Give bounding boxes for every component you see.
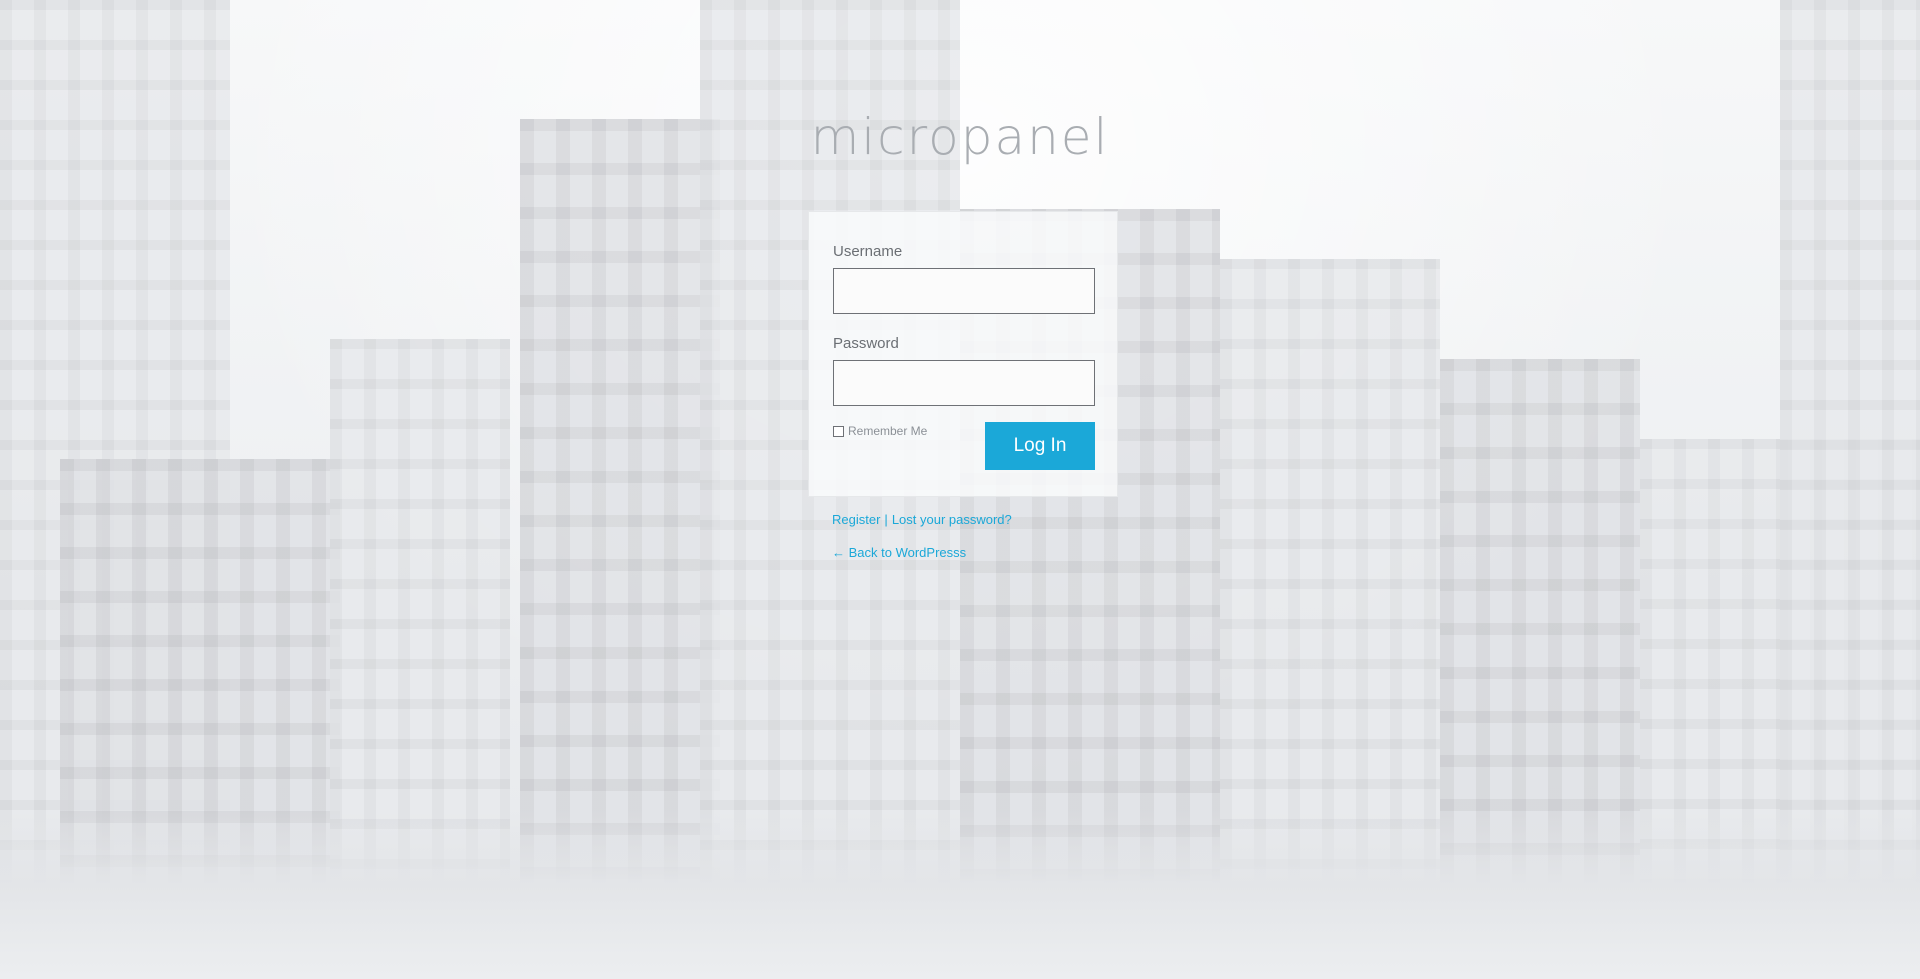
password-label: Password <box>833 335 899 352</box>
register-link[interactable]: Register <box>832 512 880 527</box>
link-separator: | <box>884 512 888 527</box>
background-street <box>0 809 1920 979</box>
password-field[interactable] <box>833 360 1095 406</box>
remember-me[interactable]: Remember Me <box>833 424 927 438</box>
login-form: Username Password Remember Me Log In <box>808 211 1118 497</box>
login-button[interactable]: Log In <box>985 422 1095 470</box>
site-logo[interactable]: micropanel <box>0 108 1920 166</box>
lost-password-link[interactable]: Lost your password? <box>892 512 1012 527</box>
back-to-site-link[interactable]: ← Back to WordPresss <box>832 545 966 560</box>
remember-me-checkbox[interactable] <box>833 425 844 437</box>
auth-links: Register | Lost your password? <box>832 512 1012 527</box>
username-label: Username <box>833 243 903 260</box>
username-field[interactable] <box>833 268 1095 314</box>
remember-me-label[interactable]: Remember Me <box>848 424 927 438</box>
